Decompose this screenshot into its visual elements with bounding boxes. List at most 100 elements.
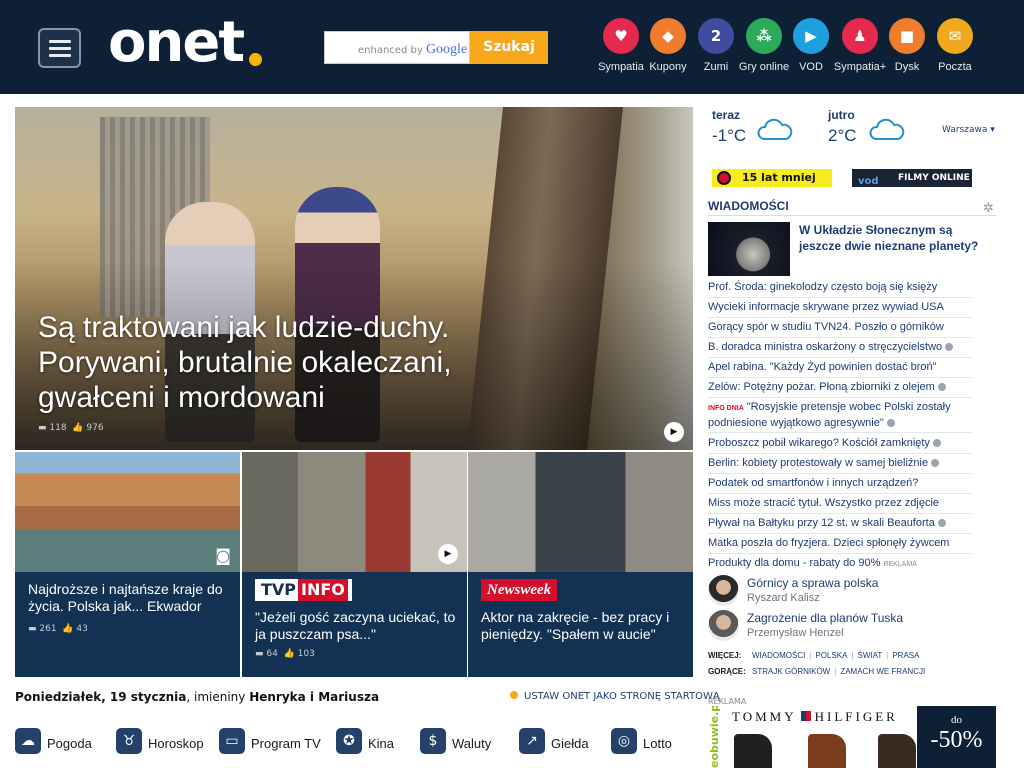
tvp-info-logo: TVP INFO [255, 579, 352, 601]
tile-image-city [15, 452, 240, 572]
promo-filmy-online[interactable]: vod FILMY ONLINE » [852, 169, 972, 201]
camera-icon [937, 519, 946, 528]
link-swiat[interactable]: ŚWIAT [858, 651, 883, 660]
hamburger-menu-button[interactable] [38, 28, 81, 68]
news-item-text: Zelów: Potężny pożar. Płoną zbiorniki z … [708, 381, 935, 393]
hero-article[interactable]: Są traktowani jak ludzie-duchy. Porywani… [15, 107, 693, 450]
menu-line [49, 54, 71, 57]
link-label: Pogoda [47, 736, 92, 751]
link-label: Horoskop [148, 736, 204, 751]
author-avatar[interactable] [708, 610, 739, 641]
set-homepage-link[interactable]: USTAW ONET JAKO STRONĘ STARTOWĄ [510, 691, 720, 702]
menu-line [49, 40, 71, 43]
news-item-text: Prof. Środa: ginekolodzy często boją się… [708, 281, 938, 293]
comment-icon: ▬ [255, 649, 264, 659]
comment-icon: ▬ [28, 624, 37, 634]
hero-title[interactable]: Są traktowani jak ludzie-duchy. Porywani… [38, 310, 538, 415]
featured-news-image[interactable] [708, 222, 790, 276]
like-count: 43 [76, 624, 88, 634]
weather-tomorrow[interactable]: jutro 2°C [828, 108, 857, 146]
tile-title[interactable]: Najdroższe i najtańsze kraje do życia. P… [28, 581, 233, 615]
news-item[interactable]: Podatek od smartfonów i innych urządzeń? [708, 476, 996, 490]
couple-icon: ♟ [842, 18, 878, 54]
link-wiadomosci[interactable]: WIADOMOŚCI [752, 651, 805, 660]
ad-flag-icon [800, 711, 811, 721]
news-item[interactable]: B. doradca ministra oskarżony o stręczyc… [708, 340, 996, 354]
news-item[interactable]: Zelów: Potężny pożar. Płoną zbiorniki z … [708, 380, 996, 394]
author-avatar[interactable] [708, 575, 739, 606]
news-item[interactable]: Gorący spór w studiu TVN24. Poszło o gór… [708, 320, 996, 334]
opinion-title[interactable]: Zagrożenie dla planów Tuska [747, 611, 903, 625]
news-item-text: Pływał na Bałtyku przy 12 st. w skali Be… [708, 517, 935, 529]
news-item[interactable]: Proboszcz pobił wikarego? Kościół zamkni… [708, 436, 996, 450]
vod-logo: vod [858, 176, 879, 187]
news-heading[interactable]: WIADOMOŚCI [708, 199, 789, 213]
news-item[interactable]: Prof. Środa: ginekolodzy często boją się… [708, 280, 996, 294]
news-item-info-dnia[interactable]: INFO DNIA "Rosyjskie pretensje wobec Pols… [708, 400, 996, 430]
news-item[interactable]: Matka poszła do fryzjera. Dzieci spłonęł… [708, 536, 996, 550]
comment-icon: ▬ [38, 423, 47, 433]
tile-article[interactable]: Newsweek Aktor na zakręcie - bez pracy i… [468, 452, 693, 677]
link-strajk-gornikow[interactable]: STRAJK GÓRNIKÓW [752, 667, 830, 676]
ad-tag: REKLAMA [883, 561, 917, 568]
comment-count: 64 [266, 649, 278, 659]
tile-article[interactable]: ◙ Najdroższe i najtańsze kraje do życia.… [15, 452, 240, 677]
cloud-icon [757, 118, 793, 140]
divider [708, 533, 972, 534]
like-count: 103 [297, 649, 315, 659]
service-label: Poczta [938, 61, 972, 73]
news-item-text: Berlin: kobiety protestowały w samej bie… [708, 457, 929, 469]
video-play-icon[interactable]: ▶ [664, 422, 684, 442]
promo-15-lat-mniej[interactable]: 15 lat mniej [712, 169, 832, 187]
onet-homepage: onet enhanced by Google Szukaj ♥ Sympati… [0, 0, 1024, 768]
video-play-icon[interactable]: ▶ [438, 544, 458, 564]
tile-image-soldiers [242, 452, 467, 572]
tag-icon: ◆ [650, 18, 686, 54]
divider [708, 397, 972, 398]
camera-icon [886, 419, 895, 428]
news-item-sponsored[interactable]: Produkty dla domu - rabaty do 90% REKLAMA [708, 556, 996, 572]
link-polska[interactable]: POLSKA [815, 651, 847, 660]
news-item[interactable]: Miss może stracić tytuł. Wszystko przez … [708, 496, 996, 510]
gear-icon[interactable]: ✲ [983, 201, 994, 216]
chart-icon: ↗ [519, 728, 545, 754]
news-item[interactable]: Apel rabina. "Każdy Żyd powinien dostać … [708, 360, 996, 374]
weather-today[interactable]: teraz -1°C [712, 108, 746, 146]
search-input[interactable]: enhanced by Google [324, 31, 470, 64]
ad-banner[interactable]: eobuwie.pl TOMMY HILFIGER do -50% [708, 706, 996, 768]
link-prasa[interactable]: PRASA [892, 651, 919, 660]
more-links: WIĘCEJ: WIADOMOŚCI | POLSKA | ŚWIAT | PRASA [708, 651, 920, 660]
tile-title[interactable]: "Jeżeli gość zaczyna uciekać, to ja pusz… [255, 609, 460, 643]
city-selector[interactable]: Warszawa ▾ [942, 125, 995, 135]
more-label: WIĘCEJ: [708, 651, 742, 660]
comment-count: 261 [39, 624, 57, 634]
news-item[interactable]: Pływał na Bałtyku przy 12 st. w skali Be… [708, 516, 996, 530]
search-button[interactable]: Szukaj [470, 31, 548, 64]
news-item[interactable]: Berlin: kobiety protestowały w samej bie… [708, 456, 996, 470]
comment-count: 118 [49, 423, 67, 433]
opinion-title[interactable]: Górnicy a sprawa polska [747, 576, 878, 590]
author-name: Przemysław Henzel [747, 627, 844, 639]
weather-day-label: teraz [712, 108, 741, 122]
ad-label: REKLAMA [708, 697, 747, 706]
logo-dot [249, 53, 262, 66]
like-icon: 👍 [62, 624, 74, 634]
divider [708, 473, 972, 474]
ad-discount-value: -50% [930, 727, 983, 753]
newsweek-logo: Newsweek [481, 579, 558, 601]
info-logo-text: INFO [298, 579, 348, 601]
news-item[interactable]: Wycieki informacje skrywane przez wywiad… [708, 300, 996, 314]
service-poczta[interactable]: ✉ Poczta [925, 18, 985, 73]
nameday-label: , imieniny [186, 690, 250, 704]
info-dnia-tag: INFO DNIA [708, 405, 744, 412]
ad-discount: do -50% [917, 706, 996, 768]
onet-logo[interactable]: onet [108, 8, 245, 78]
disk-icon: ■ [889, 18, 925, 54]
link-label: Giełda [551, 736, 589, 751]
ad-side-brand: eobuwie.pl [708, 706, 721, 768]
date-line: Poniedziałek, 19 stycznia, imieniny Henr… [15, 690, 379, 704]
tile-article[interactable]: ▶ TVP INFO "Jeżeli gość zaczyna uciekać, … [242, 452, 467, 677]
tile-title[interactable]: Aktor na zakręcie - bez pracy i pieniędz… [481, 609, 686, 643]
link-zamach-we-francji[interactable]: ZAMACH WE FRANCJI [840, 667, 925, 676]
featured-news-title[interactable]: W Układzie Słonecznym są jeszcze dwie ni… [799, 222, 979, 254]
